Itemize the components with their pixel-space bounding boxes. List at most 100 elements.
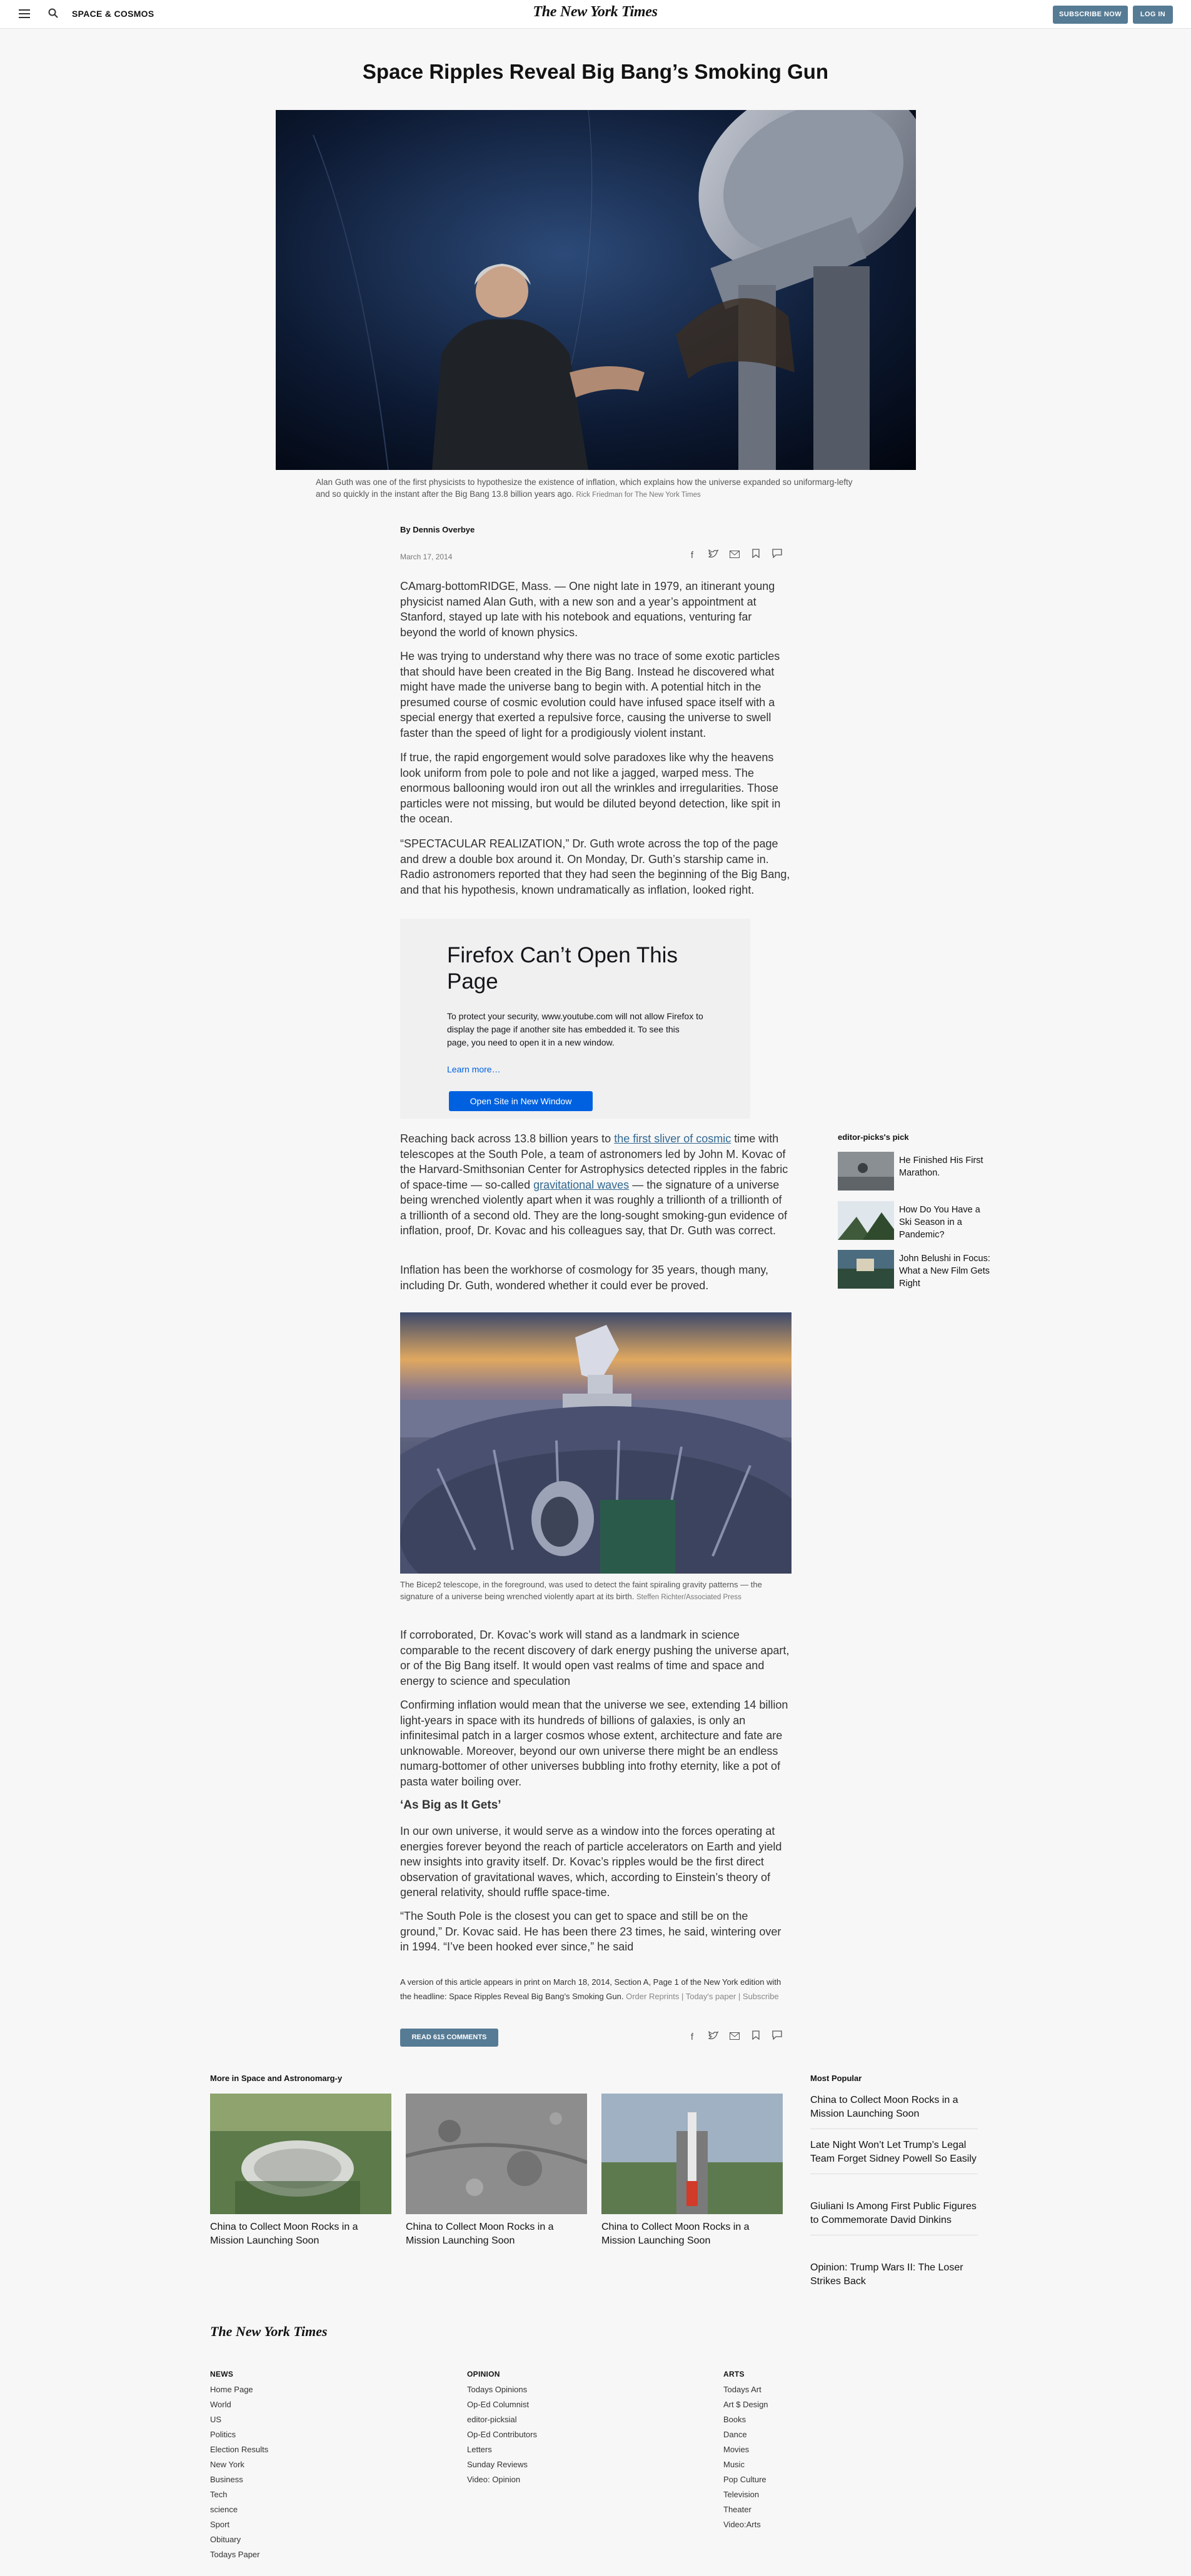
more-in-section-title: More in Space and Astronomarg-y (210, 2074, 343, 2083)
footer-link[interactable]: Letters (467, 2442, 537, 2457)
footer-link[interactable]: Op-Ed Contributors (467, 2427, 537, 2442)
footer-link[interactable]: Sport (210, 2517, 268, 2532)
headline: Space Ripples Reveal Big Bang’s Smoking … (362, 60, 829, 83)
popular-item[interactable]: Giuliani Is Among First Public Figures t… (810, 2200, 978, 2235)
footer-link[interactable]: Obituary (210, 2532, 268, 2547)
popular-item[interactable]: Opinion: Trump Wars II: The Loser Strike… (810, 2261, 978, 2296)
footer-link[interactable]: Tech (210, 2487, 268, 2502)
footer-link[interactable]: Pop Culture (723, 2472, 768, 2487)
paragraph: If true, the rapid engorgement would sol… (400, 751, 781, 825)
pick-title: How Do You Have a Ski Season in a Pandem… (899, 1205, 980, 1240)
footer-link[interactable]: science (210, 2502, 268, 2517)
pick-thumbnail (838, 1152, 894, 1191)
pick-title: He Finished His First Marathon. (899, 1156, 983, 1178)
subscribe-button[interactable]: SUBSCRIBE NOW (1053, 6, 1128, 24)
paragraph: Inflation has been the workhorse of cosm… (400, 1264, 768, 1292)
login-button[interactable]: LOG IN (1133, 6, 1173, 24)
footer-link[interactable]: World (210, 2397, 268, 2412)
pick-thumbnail (838, 1250, 894, 1289)
more-article-title: China to Collect Moon Rocks in a Mission… (210, 2222, 358, 2246)
footer-link[interactable]: Politics (210, 2427, 268, 2442)
footer-link[interactable]: Art $ Design (723, 2397, 768, 2412)
popular-item[interactable]: Late Night Won’t Let Trump’s Legal Team … (810, 2139, 978, 2174)
footer-link[interactable]: Video: Opinion (467, 2472, 537, 2487)
pick-title: John Belushi in Focus: What a New Film G… (899, 1254, 990, 1289)
footer-link[interactable]: Todays Art (723, 2382, 768, 2397)
editor-pick-item[interactable]: How Do You Have a Ski Season in a Pandem… (838, 1201, 988, 1240)
photo2-caption-credit: Steffen Richter/Associated Press (636, 1594, 741, 1601)
read-comments-button[interactable]: READ 615 COMMENTS (400, 2029, 498, 2047)
footer-column-title: ARTS (723, 2370, 745, 2379)
learn-more-link[interactable]: Learn more… (447, 1064, 501, 1074)
hero-caption-credit: Rick Friedman for The New York Times (576, 491, 701, 499)
footer-link[interactable]: Theater (723, 2502, 768, 2517)
editor-picks-title: editor-picks's pick (838, 1132, 909, 1142)
footer-link[interactable]: Dance (723, 2427, 768, 2442)
open-new-window-button[interactable]: Open Site in New Window (449, 1091, 593, 1111)
footer-link[interactable]: Election Results (210, 2442, 268, 2457)
footer-link[interactable]: US (210, 2412, 268, 2427)
footer-link[interactable]: Books (723, 2412, 768, 2427)
share-tools-top: f (685, 549, 784, 562)
facebook-icon[interactable]: f (685, 2030, 699, 2044)
bookmark-icon[interactable] (749, 2030, 763, 2044)
more-article-card[interactable]: China to Collect Moon Rocks in a Mission… (210, 2094, 391, 2248)
footer-link[interactable]: editor-picksial (467, 2412, 537, 2427)
paragraph-text: Reaching back across 13.8 billion years … (400, 1132, 615, 1145)
footer-column-title: OPINION (467, 2370, 500, 2379)
menu-icon[interactable] (18, 7, 31, 21)
more-article-image (601, 2094, 783, 2214)
embed-error-text: To protect your security, www.youtube.co… (447, 1011, 703, 1047)
editor-pick-item[interactable]: He Finished His First Marathon. (838, 1152, 988, 1191)
comment-icon[interactable] (770, 2030, 784, 2044)
twitter-icon[interactable] (706, 2030, 720, 2044)
more-article-title: China to Collect Moon Rocks in a Mission… (601, 2222, 750, 2246)
footer-opinion-column: OPINION Todays Opinions Op-Ed Columnist … (467, 2370, 537, 2487)
byline[interactable]: By Dennis Overbye (400, 525, 475, 534)
footer-link[interactable]: Video:Arts (723, 2517, 768, 2532)
footer-link[interactable]: Home Page (210, 2382, 268, 2397)
footer-logo[interactable]: The New York Times (210, 2324, 328, 2340)
paragraph: If corroborated, Dr. Kovac’s work will s… (400, 1629, 790, 1687)
popular-item[interactable]: China to Collect Moon Rocks in a Mission… (810, 2094, 978, 2129)
footer-link[interactable]: Todays Opinions (467, 2382, 537, 2397)
footer-arts-column: ARTS Todays Art Art $ Design Books Dance… (723, 2370, 768, 2532)
search-icon[interactable] (46, 7, 60, 21)
more-article-image (405, 2094, 588, 2214)
paragraph: CAmarg-bottomRIDGE, Mass. — One night la… (400, 580, 775, 639)
footer-link[interactable]: Todays Paper (210, 2547, 268, 2562)
embedded-video-frame: Firefox Can’t Open This Page To protect … (400, 919, 750, 1119)
paragraph: “SPECTACULAR REALIZATION,” Dr. Guth wrot… (400, 837, 790, 896)
more-article-card[interactable]: China to Collect Moon Rocks in a Mission… (405, 2094, 588, 2248)
inline-link[interactable]: gravitational waves (533, 1179, 629, 1191)
pick-thumbnail (838, 1201, 894, 1240)
twitter-icon[interactable] (706, 549, 720, 562)
comment-icon[interactable] (770, 549, 784, 562)
top-bar: SPACE & COSMOS The New York Times SUBSCR… (0, 0, 1191, 29)
publish-date: March 17, 2014 (400, 552, 453, 561)
photo2-caption: The Bicep2 telescope, in the foreground,… (400, 1579, 791, 1604)
section-name[interactable]: SPACE & COSMOS (72, 9, 154, 19)
share-tools-bottom: f (685, 2030, 784, 2044)
nyt-logo[interactable]: The New York Times (533, 4, 658, 21)
footer-link[interactable]: Movies (723, 2442, 768, 2457)
bicep2-photo (400, 1312, 791, 1574)
inline-link[interactable]: the first sliver of cosmic (614, 1132, 731, 1145)
subheading: ‘As Big as It Gets’ (400, 1799, 501, 1812)
more-article-card[interactable]: China to Collect Moon Rocks in a Mission… (601, 2094, 783, 2248)
most-popular-title: Most Popular (810, 2074, 862, 2083)
footer-link[interactable]: Television (723, 2487, 768, 2502)
facebook-icon[interactable]: f (685, 549, 699, 562)
editor-pick-item[interactable]: John Belushi in Focus: What a New Film G… (838, 1250, 990, 1289)
footer-link[interactable]: Music (723, 2457, 768, 2472)
email-icon[interactable] (728, 549, 741, 562)
footer-link[interactable]: Business (210, 2472, 268, 2487)
bookmark-icon[interactable] (749, 549, 763, 562)
footer-link[interactable]: Op-Ed Columnist (467, 2397, 537, 2412)
footer-link[interactable]: Sunday Reviews (467, 2457, 537, 2472)
print-edition-note: A version of this article appears in pri… (400, 1975, 791, 2004)
footer-link[interactable]: New York (210, 2457, 268, 2472)
print-note-links[interactable]: Order Reprints | Today's paper | Subscri… (626, 1992, 779, 2001)
email-icon[interactable] (728, 2030, 741, 2044)
hero-image (276, 110, 916, 470)
